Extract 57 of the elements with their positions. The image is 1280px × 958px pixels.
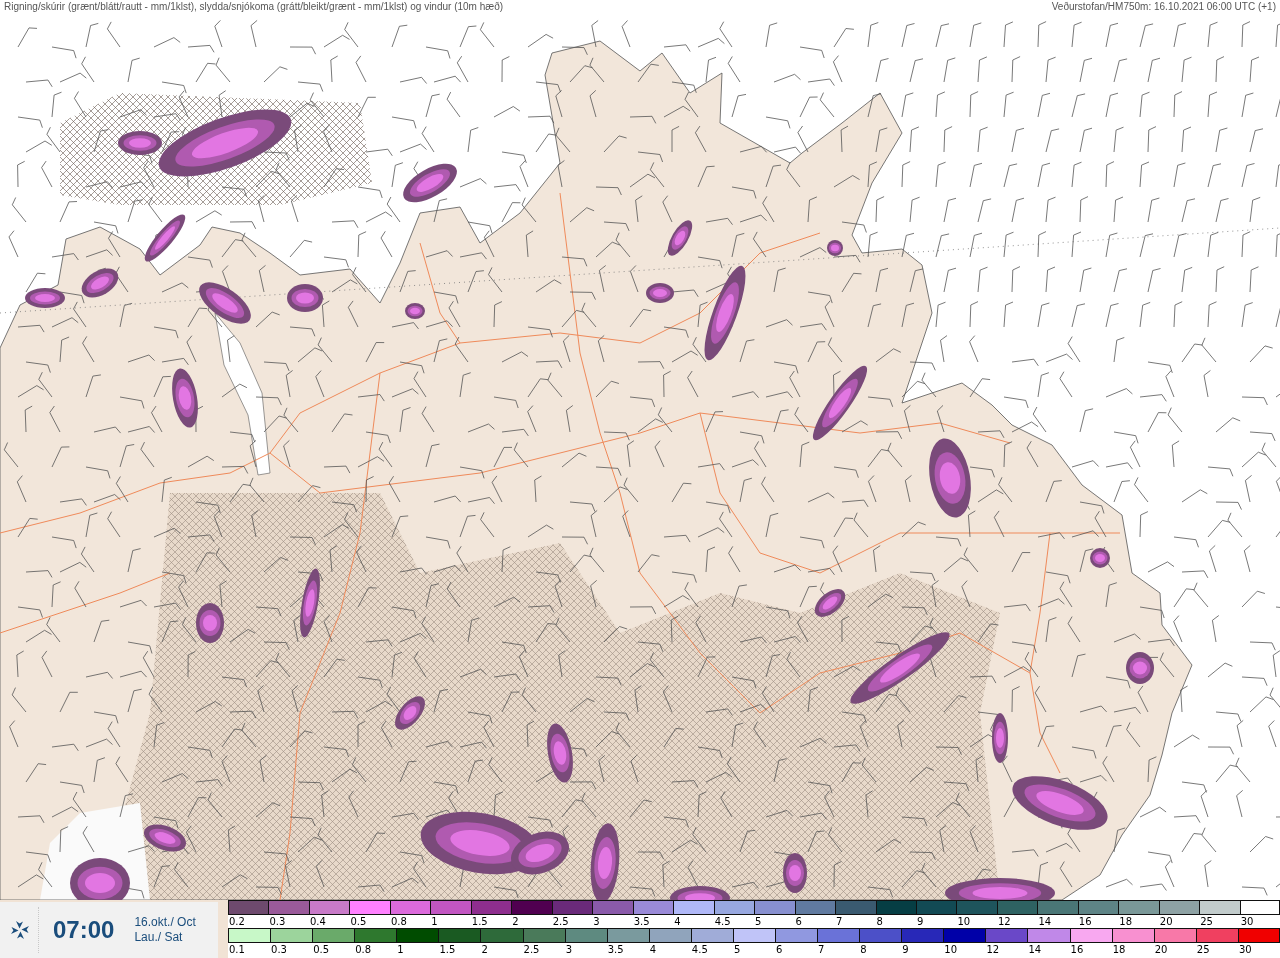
legend-label: 7: [835, 915, 844, 928]
legend-label: 7: [817, 943, 826, 956]
legend-label: 6: [775, 943, 784, 956]
legend-label: 0.8: [389, 915, 408, 928]
inward-arrows-icon: [10, 920, 30, 940]
legend-label: 5: [754, 915, 763, 928]
legend-label: 2: [511, 915, 520, 928]
legend-label: 4: [673, 915, 682, 928]
legend-label: 8: [859, 943, 868, 956]
legend-label: 10: [943, 943, 959, 956]
legend-label: 0.1: [228, 943, 246, 956]
legend-label: 3: [564, 943, 573, 956]
date-text: 16.okt./ Oct: [134, 915, 196, 930]
legend-label: 12: [996, 915, 1012, 928]
legend-label: 30: [1239, 915, 1255, 928]
legend-label: 3: [592, 915, 601, 928]
legend-label: 9: [915, 915, 925, 928]
legend-label: 0.3: [268, 915, 287, 928]
legend-label: 14: [1037, 915, 1053, 928]
legend-label: 1: [430, 915, 439, 928]
legend-label: 3.5: [632, 915, 651, 928]
legend-label: 0.5: [312, 943, 331, 956]
legend-label: 10: [956, 915, 972, 928]
legend-label: 0.2: [228, 915, 246, 928]
legend-label: 0.3: [270, 943, 288, 956]
legend-label: 1: [396, 943, 405, 956]
legend-label: 4.5: [690, 943, 709, 956]
legend-label: 14: [1027, 943, 1043, 956]
legend-label: 25: [1195, 943, 1211, 956]
legend-label: 18: [1118, 915, 1134, 928]
legend-label: 12: [985, 943, 1001, 956]
legend-label: 6: [794, 915, 803, 928]
legend-label: 4: [648, 943, 658, 956]
legend-label: 9: [901, 943, 910, 956]
legend-label: 2.5: [522, 943, 541, 956]
legend-label: 0.5: [349, 915, 368, 928]
legend-label: 16: [1077, 915, 1093, 928]
legend-label: 8: [875, 915, 884, 928]
legend-label: 1.5: [438, 943, 457, 956]
legend-label: 2.5: [551, 915, 570, 928]
legend-label: 16: [1069, 943, 1085, 956]
legend-label: 20: [1153, 943, 1169, 956]
legend-label: 20: [1158, 915, 1174, 928]
weekday-text: Lau./ Sat: [134, 930, 184, 945]
legend-label: 30: [1237, 943, 1253, 956]
source-timestamp: Veðurstofan/HM750m: 16.10.2021 06:00 UTC (+1): [1051, 0, 1276, 13]
legend-label: 0.8: [354, 943, 373, 956]
time-text: 07:00: [53, 916, 115, 944]
legend-label: 5: [732, 943, 742, 956]
map-title: Rigning/skúrir (grænt/blátt/rautt - mm/1klst), slydda/snjókoma (grátt/bleikt/grænt - mm/1klst) og vindur (10m hæð): [4, 0, 504, 13]
legend-label: 3.5: [606, 943, 625, 956]
legend-label: 1.5: [470, 915, 489, 928]
legend-label: 2: [480, 943, 489, 956]
legend-label: 25: [1199, 915, 1214, 928]
legend-label: 4.5: [713, 915, 732, 928]
legend-label: 0.4: [308, 915, 327, 928]
legend-label: 18: [1111, 943, 1127, 956]
